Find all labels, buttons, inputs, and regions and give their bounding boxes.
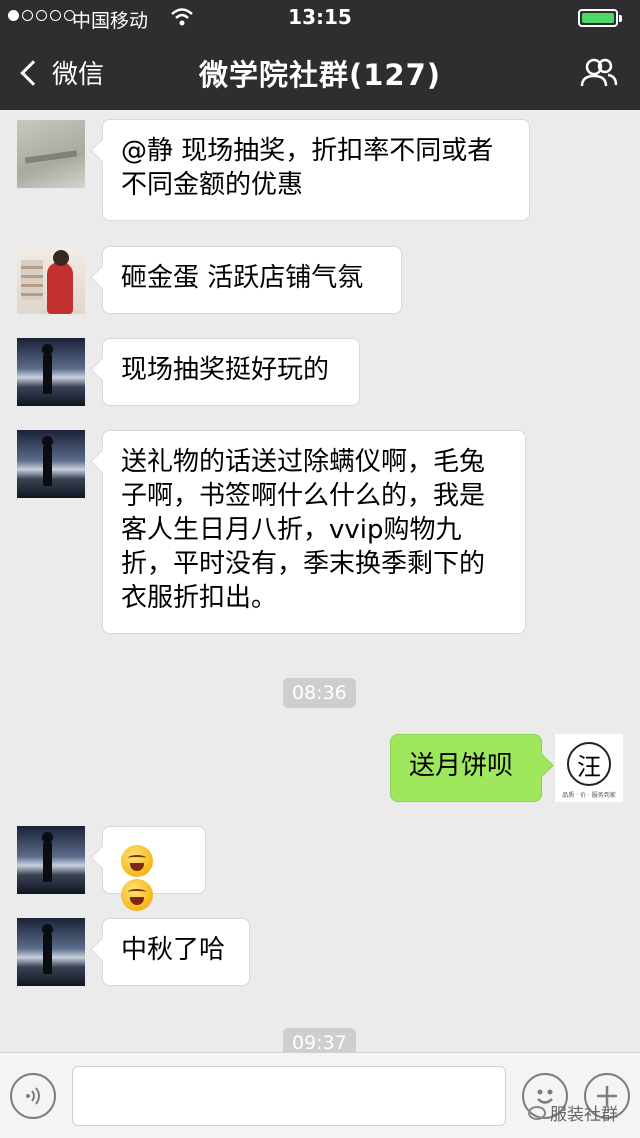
input-bar [0,1052,640,1138]
message-bubble[interactable]: 中秋了哈 [102,918,250,986]
battery-icon [578,9,622,27]
logo-caption: 品质 · 价 · 服务到家 [562,792,616,799]
logo-glyph: 汪 [567,742,611,786]
avatar[interactable] [17,338,85,406]
message-bubble[interactable]: 现场抽奖挺好玩的 [102,338,360,406]
message-text: 衣服折扣出。 [121,583,278,613]
message-text: 不同金额的优惠 [121,170,304,200]
message-text: 砸金蛋 活跃店铺气氛 [121,263,364,293]
message-text: 送礼物的话送过除螨仪啊，毛兔 [121,447,486,477]
message-text: 折，平时没有，季末换季剩下的 [121,549,486,579]
message-text: 现场抽奖挺好玩的 [121,355,330,385]
message-bubble[interactable]: @静 现场抽奖，折扣率不同或者 不同金额的优惠 [102,119,530,221]
avatar[interactable] [17,120,85,188]
clock: 13:15 [288,5,352,29]
avatar[interactable] [17,826,85,894]
message-text: 送月饼呗 [409,751,514,781]
group-members-icon[interactable] [580,58,618,88]
laughing-crying-emoji-icon [121,844,153,877]
message-input[interactable] [72,1066,506,1126]
message-bubble[interactable]: 砸金蛋 活跃店铺气氛 [102,246,402,314]
message-text: @静 现场抽奖，折扣率不同或者 [121,136,494,166]
message-text: 客人生日月八折，vvip购物九 [121,515,462,545]
timestamp: 08:36 [283,678,356,708]
avatar[interactable]: 汪 品质 · 价 · 服务到家 [555,734,623,802]
message-bubble[interactable]: 送月饼呗 [390,734,542,802]
avatar[interactable] [17,918,85,986]
status-bar: 中国移动 13:15 [0,0,640,38]
voice-icon[interactable] [10,1073,56,1119]
navigation-bar: 微信 微学院社群(127) [0,38,640,110]
message-text: 子啊，书签啊什么什么的，我是 [121,481,486,511]
wechat-icon [528,1105,546,1120]
chat-title: 微学院社群(127) [198,58,442,92]
message-bubble[interactable]: 送礼物的话送过除螨仪啊，毛兔 子啊，书签啊什么什么的，我是 客人生日月八折，vv… [102,430,526,634]
avatar[interactable] [17,430,85,498]
watermark-text: 服装社群 [550,1105,618,1125]
watermark: 服装社群 [528,1100,618,1125]
laughing-crying-emoji-icon [121,878,153,911]
message-bubble[interactable] [102,826,206,911]
avatar[interactable] [17,246,85,314]
message-text: 中秋了哈 [121,935,226,965]
